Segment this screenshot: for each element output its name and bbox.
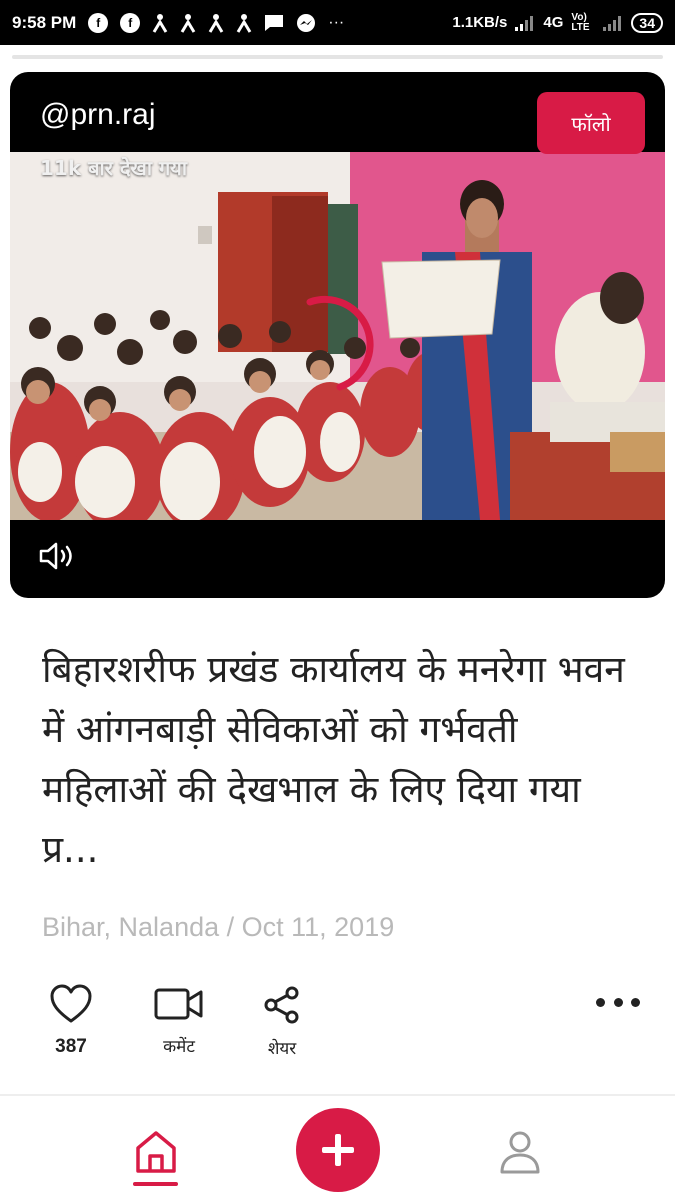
share-icon (264, 986, 299, 1024)
network-speed: 1.1KB/s (452, 14, 508, 31)
nav-divider (0, 1094, 675, 1096)
like-count: 387 (55, 1036, 87, 1057)
share-button[interactable]: शेयर (253, 986, 311, 1059)
person-icon (152, 13, 168, 33)
person-icon (180, 13, 196, 33)
location-date: Bihar, Nalanda / Oct 11, 2019 (42, 912, 395, 942)
home-active-indicator (133, 1182, 178, 1186)
like-button[interactable]: 387 (46, 984, 96, 1058)
add-post-button[interactable] (296, 1108, 380, 1192)
person-icon (236, 13, 252, 33)
video-card[interactable]: @prn.raj फॉलो 11k बार देखा गया (10, 72, 665, 598)
more-icon: ··· (328, 13, 345, 31)
follow-button[interactable]: फॉलो (537, 92, 645, 154)
profile-icon[interactable] (498, 1128, 542, 1176)
status-right: 1.1KB/s 4G Vo) LTE 34 (452, 11, 663, 33)
view-count: 11k बार देखा गया (40, 156, 188, 180)
post-headline[interactable]: बिहारशरीफ प्रखंड कार्यालय के मनरेगा भवन … (42, 640, 642, 880)
author-handle[interactable]: @prn.raj (40, 98, 156, 132)
home-icon[interactable] (132, 1128, 180, 1176)
status-bar: 9:58 PM f f ··· 1.1KB/s 4G Vo) LTE 34 (0, 0, 675, 45)
message-icon (265, 14, 284, 31)
comment-button[interactable]: कमेंट (150, 986, 208, 1057)
signal-icon (603, 15, 622, 31)
more-options-icon[interactable] (596, 990, 640, 1014)
facebook-icon: f (88, 12, 109, 33)
messenger-icon (297, 13, 316, 32)
heart-icon (50, 984, 92, 1023)
status-time: 9:58 PM (12, 12, 77, 32)
person-icon (208, 13, 224, 33)
video-thumbnail[interactable] (10, 152, 665, 520)
comment-label: कमेंट (163, 1037, 195, 1057)
volte-label: Vo) LTE (571, 11, 590, 33)
speaker-icon[interactable] (38, 540, 78, 572)
notification-icons: f f ··· (88, 12, 345, 33)
plus-icon (322, 1134, 354, 1166)
share-label: शेयर (267, 1039, 297, 1059)
network-type: 4G (543, 14, 564, 31)
battery-indicator: 34 (631, 12, 663, 33)
signal-icon (515, 15, 534, 31)
facebook-icon: f (120, 12, 141, 33)
previous-card-edge (12, 55, 663, 59)
video-camera-icon (154, 988, 203, 1020)
